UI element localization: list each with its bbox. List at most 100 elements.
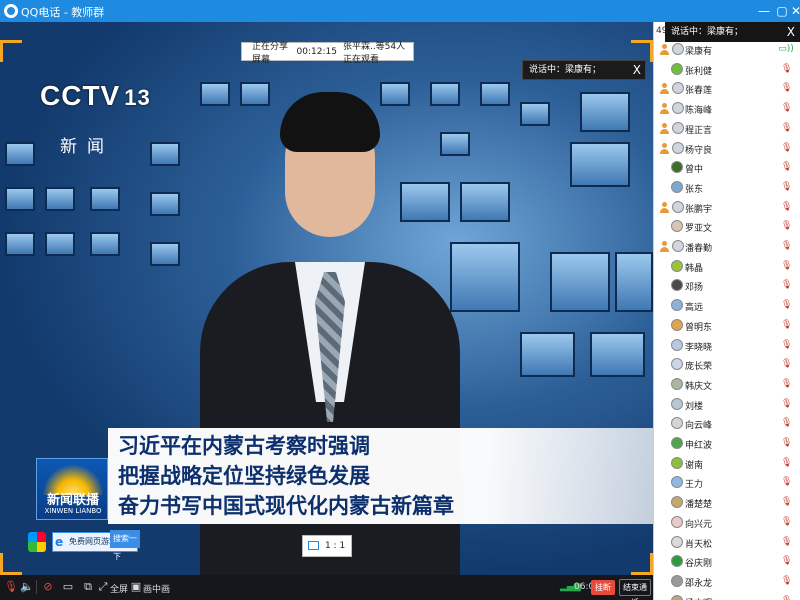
speaking-popup: 说话中：梁康有； X	[522, 60, 646, 80]
avatar	[672, 240, 684, 252]
studio-monitor	[5, 187, 35, 211]
member-row[interactable]: 谢南 🎙	[654, 454, 800, 474]
speaker-icon[interactable]: 🔈	[20, 581, 34, 593]
member-name: 向兴元	[685, 519, 713, 530]
minimize-button[interactable]: —	[756, 2, 772, 20]
person-icon	[660, 241, 669, 252]
member-row[interactable]: 刘楼 🎙	[654, 395, 800, 415]
screen-share-icon[interactable]: ▭	[62, 581, 74, 593]
studio-monitor	[550, 252, 610, 312]
speaking-popup-label: 说话中：梁康有；	[529, 65, 602, 75]
member-row[interactable]: 李晓晓 🎙	[654, 336, 800, 356]
member-row[interactable]: 庞长荣 🎙	[654, 355, 800, 375]
member-row[interactable]: 韩晶 🎙	[654, 257, 800, 277]
member-row[interactable]: 向兴元 🎙	[654, 513, 800, 533]
member-row[interactable]: 杨文辉 🎙	[654, 592, 800, 600]
mic-muted-icon: 🎙	[781, 122, 793, 133]
studio-monitor	[45, 187, 75, 211]
member-name: 李晓晓	[685, 342, 713, 353]
screen-share-status-bar[interactable]: 正在分享屏幕 00:12:15 张平霖..等54人正在观看	[241, 42, 414, 65]
member-row[interactable]: 邵永龙 🎙	[654, 572, 800, 592]
studio-monitor	[150, 142, 180, 166]
member-row[interactable]: 曾中 🎙	[654, 158, 800, 178]
member-row[interactable]: 王力 🎙	[654, 473, 800, 493]
member-row[interactable]: 梁康有 ▭))	[654, 40, 800, 60]
member-name: 申红波	[685, 441, 713, 451]
hangup-button[interactable]: 挂断	[591, 580, 615, 595]
member-row[interactable]: 向云峰 🎙	[654, 414, 800, 434]
member-row[interactable]: 申红波 🎙	[654, 434, 800, 454]
avatar	[672, 102, 684, 115]
mic-muted-icon: 🎙	[781, 142, 793, 153]
member-panel: 49 说话中：梁康有； X 梁康有 ▭)) 张利健 🎙 张春莲 🎙 陈海峰 🎙 程正言 🎙 杨守良 🎙…	[653, 22, 800, 600]
shared-screen-video: CCTV 13 新闻 正在分享屏幕 00:12:15 张平霖..等54人正在观看 …	[0, 22, 653, 575]
person-icon	[660, 142, 669, 154]
end-call-button[interactable]: 结束通话	[619, 579, 651, 600]
avatar	[671, 496, 683, 509]
member-row[interactable]: 潘楚楚 🎙	[654, 493, 800, 513]
mic-muted-icon: 🎙	[781, 201, 793, 212]
mic-muted-icon: 🎙	[781, 241, 793, 251]
person-icon	[660, 44, 669, 55]
studio-monitor	[5, 232, 35, 256]
pip-icon[interactable]: ▣	[130, 581, 142, 593]
member-row[interactable]: 邓扬 🎙	[654, 276, 800, 296]
browser-widget[interactable]: e 免费网页游戏 搜索一下	[28, 530, 140, 561]
cctv-logo: CCTV 13	[40, 80, 151, 112]
speaking-close-button[interactable]: X	[787, 22, 795, 42]
mic-muted-icon: 🎙	[781, 418, 793, 429]
avatar	[671, 515, 683, 528]
member-row[interactable]: 曾明东 🎙	[654, 316, 800, 336]
avatar	[671, 259, 683, 272]
toolbar-divider	[36, 580, 37, 594]
popup-close-button[interactable]: X	[633, 61, 641, 79]
member-name: 刘楼	[685, 401, 704, 412]
cctv-logo-text: CCTV	[40, 80, 121, 111]
member-row[interactable]: 谷庆刚 🎙	[654, 552, 800, 572]
member-row[interactable]: 潘春勤 🎙	[654, 237, 800, 257]
avatar	[671, 180, 683, 193]
member-row[interactable]: 韩庆文 🎙	[654, 375, 800, 395]
mic-muted-icon: 🎙	[781, 63, 793, 74]
avatar	[671, 318, 683, 331]
avatar	[671, 417, 683, 430]
mic-muted-icon: 🎙	[781, 497, 793, 508]
colorful-app-icon	[28, 532, 46, 552]
member-name: 韩庆文	[685, 381, 713, 392]
member-name: 潘春勤	[685, 244, 713, 254]
camera-off-icon[interactable]: ⊘	[42, 581, 54, 593]
share-frame-corner	[631, 40, 653, 62]
avatar	[671, 279, 683, 292]
member-row[interactable]: 杨守良 🎙	[654, 139, 800, 159]
mic-active-icon: ▭))	[778, 44, 794, 54]
member-row[interactable]: 程正言 🎙	[654, 119, 800, 139]
member-name: 张春莲	[685, 86, 713, 97]
member-row[interactable]: 张春莲 🎙	[654, 79, 800, 99]
member-row[interactable]: 肖天松 🎙	[654, 533, 800, 553]
mic-muted-icon: 🎙	[781, 378, 793, 389]
member-row[interactable]: 张利健 🎙	[654, 60, 800, 80]
mic-muted-icon: 🎙	[781, 457, 793, 468]
studio-monitor	[5, 142, 35, 166]
member-name: 王力	[685, 480, 704, 491]
browser-search-button[interactable]: 搜索一下	[110, 530, 140, 561]
member-row[interactable]: 高远 🎙	[654, 296, 800, 316]
member-row[interactable]: 陈海峰 🎙	[654, 99, 800, 119]
member-name: 谷庆刚	[685, 559, 713, 570]
program-logo-cn: 新闻联播	[46, 493, 99, 508]
member-row[interactable]: 张鹏宇 🎙	[654, 198, 800, 218]
fullscreen-label[interactable]: 全屏	[110, 582, 128, 595]
microphone-muted-icon[interactable]: 🎙	[4, 581, 18, 593]
pip-label[interactable]: 画中画	[143, 582, 170, 595]
member-row[interactable]: 罗亚文 🎙	[654, 217, 800, 237]
person-icon	[660, 201, 669, 213]
fullscreen-icon[interactable]: ⤢	[97, 581, 109, 593]
avatar	[671, 358, 683, 371]
member-row[interactable]: 张东 🎙	[654, 178, 800, 198]
record-icon[interactable]: ⧉	[82, 581, 94, 593]
studio-monitor	[150, 242, 180, 266]
aspect-ratio-button[interactable]: 1 : 1	[302, 535, 352, 557]
xinwen-lianbo-logo: 新闻联播 XINWEN LIANBO	[36, 458, 109, 520]
news-caption: 习近平在内蒙古考察时强调 把握战略定位坚持绿色发展 奋力书写中国式现代化内蒙古新…	[108, 428, 653, 524]
close-button[interactable]: ✕	[788, 2, 800, 20]
